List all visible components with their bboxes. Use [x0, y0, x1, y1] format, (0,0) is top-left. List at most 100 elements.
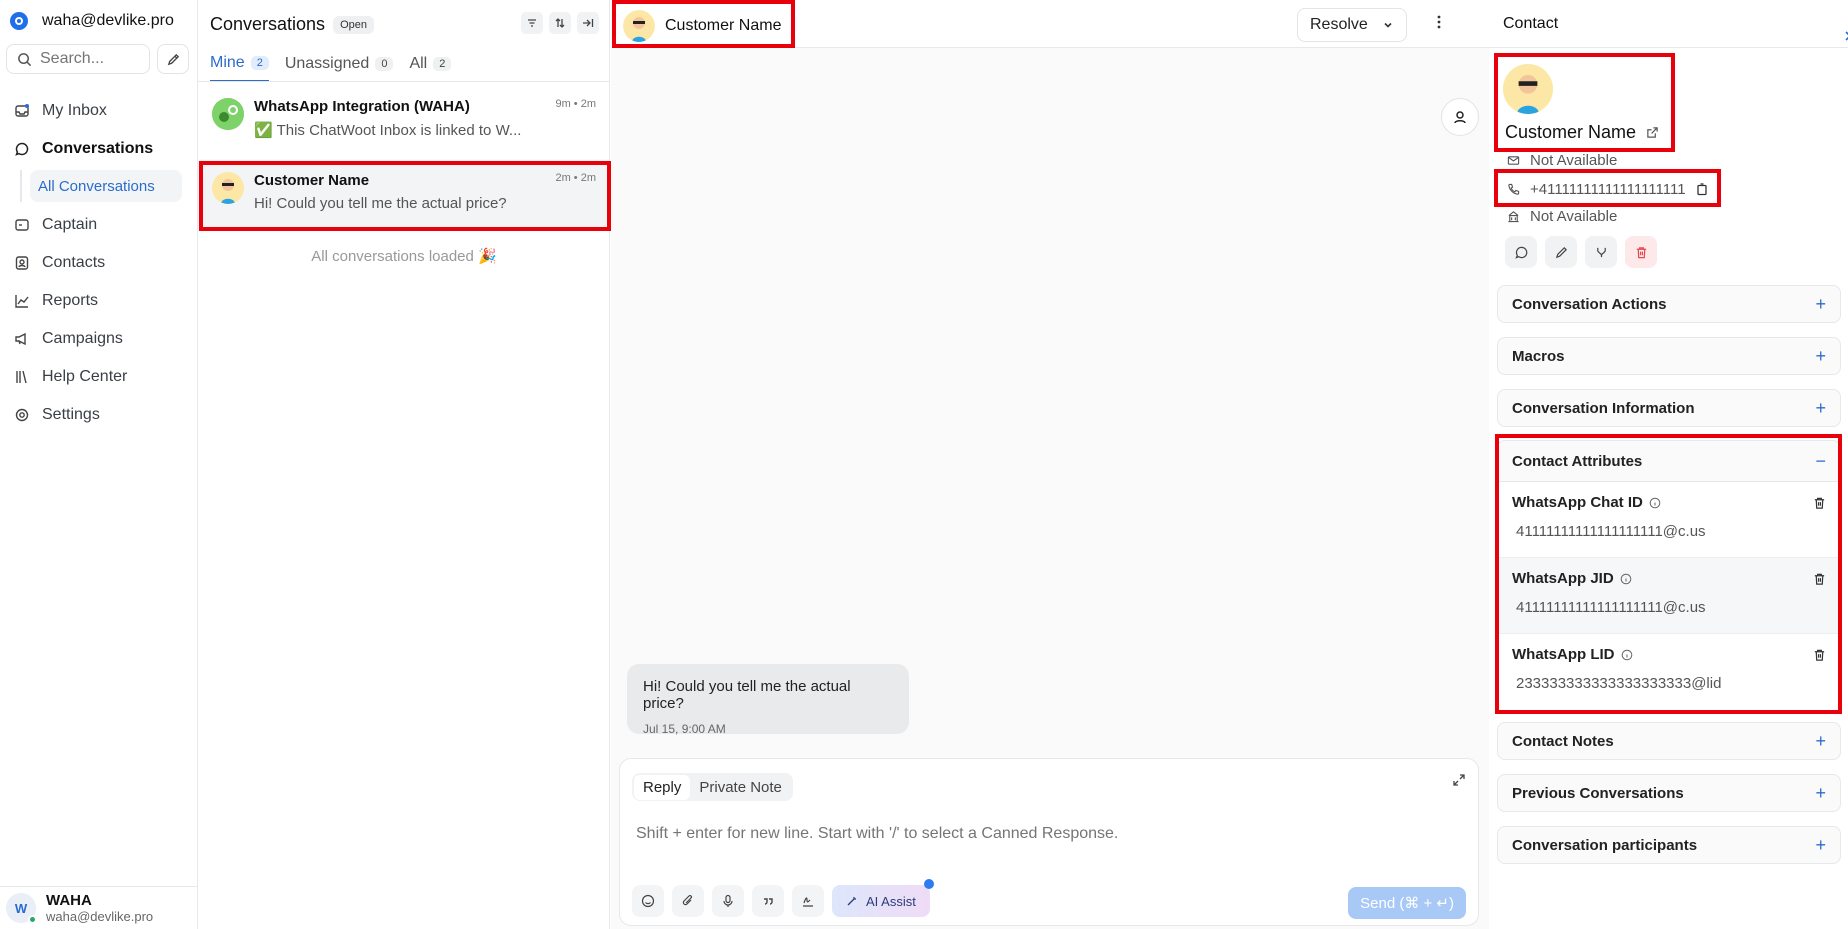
search-input[interactable]	[40, 50, 140, 68]
section-conversation-information[interactable]: Conversation Information +	[1497, 389, 1841, 427]
nav-conversations[interactable]: Conversations	[0, 130, 198, 168]
more-options-button[interactable]	[1437, 14, 1441, 34]
section-title: Conversation Information	[1512, 399, 1695, 417]
captain-icon	[14, 217, 30, 233]
gear-icon	[14, 407, 30, 423]
attach-button[interactable]	[672, 885, 704, 917]
plus-icon: +	[1815, 782, 1826, 803]
resolve-button[interactable]: Resolve	[1297, 8, 1407, 42]
section-title: Conversation Actions	[1512, 295, 1667, 313]
filter-button[interactable]	[521, 12, 543, 34]
resolve-label: Resolve	[1310, 16, 1368, 33]
pencil-icon	[1555, 246, 1568, 259]
quote-icon	[761, 894, 775, 908]
user-email: waha@devlike.pro	[46, 908, 154, 924]
attribute-value[interactable]: 41111111111111111111@c.us	[1512, 523, 1826, 540]
external-link-icon[interactable]	[1646, 126, 1659, 139]
tab-reply[interactable]: Reply	[634, 774, 691, 800]
contact-phone[interactable]: +41111111111111111111	[1530, 181, 1686, 198]
customer-avatar	[212, 172, 244, 204]
contact-avatar	[1503, 64, 1553, 114]
nav-reports[interactable]: Reports	[0, 282, 198, 320]
section-header[interactable]: Contact Attributes −	[1498, 441, 1840, 482]
section-contact-notes[interactable]: Contact Notes +	[1497, 722, 1841, 760]
conversation-item[interactable]: WhatsApp Integration (WAHA) 9m • 2m ✅ Thi…	[198, 86, 610, 156]
section-previous-conversations[interactable]: Previous Conversations +	[1497, 774, 1841, 812]
quote-button[interactable]	[752, 885, 784, 917]
section-conversation-actions[interactable]: Conversation Actions +	[1497, 285, 1841, 323]
chevron-down-icon	[1382, 19, 1394, 31]
section-title: Conversation participants	[1512, 836, 1698, 854]
tab-label: All	[409, 55, 428, 72]
section-conversation-participants[interactable]: Conversation participants +	[1497, 826, 1841, 864]
conversation-list: Conversations Open Mine 2 Unassigned 0 All…	[198, 0, 610, 929]
tab-private-note[interactable]: Private Note	[690, 775, 791, 800]
main-nav: My Inbox Conversations All Conversations…	[0, 92, 198, 434]
merge-icon	[1595, 246, 1608, 259]
chat-contact[interactable]: Customer Name	[623, 10, 781, 42]
delete-attribute-button[interactable]	[1813, 496, 1826, 514]
merge-contact-button[interactable]	[1585, 236, 1617, 268]
search-box[interactable]	[6, 44, 150, 74]
contact-name: Customer Name	[1505, 122, 1637, 142]
copy-icon[interactable]	[1696, 183, 1708, 196]
filter-icon	[526, 17, 538, 29]
delete-attribute-button[interactable]	[1813, 572, 1826, 590]
divider	[198, 81, 610, 82]
tab-all[interactable]: All 2	[409, 54, 452, 82]
tab-mine[interactable]: Mine 2	[210, 54, 269, 82]
section-title: Previous Conversations	[1512, 784, 1684, 802]
kebab-icon	[1437, 14, 1441, 30]
compose-button[interactable]	[157, 44, 189, 74]
tab-label: Unassigned	[284, 55, 370, 72]
send-button[interactable]: Send (⌘ + ↵)	[1348, 887, 1466, 919]
nav-help-center[interactable]: Help Center	[0, 358, 198, 396]
section-macros[interactable]: Macros +	[1497, 337, 1841, 375]
new-message-button[interactable]	[1505, 236, 1537, 268]
section-contact-attributes: Contact Attributes − WhatsApp Chat ID 41…	[1497, 440, 1841, 710]
trash-icon	[1813, 496, 1826, 510]
nav-settings[interactable]: Settings	[0, 396, 198, 434]
section-title: Macros	[1512, 347, 1565, 365]
avatar: W	[6, 893, 37, 924]
trash-icon	[1813, 648, 1826, 662]
sort-button[interactable]	[549, 12, 571, 34]
collapse-button[interactable]	[577, 12, 599, 34]
chatwoot-logo-icon	[10, 12, 28, 30]
attribute-value[interactable]: 233333333333333333333@lid	[1512, 675, 1826, 692]
contact-company: Not Available	[1530, 208, 1618, 225]
edit-contact-button[interactable]	[1545, 236, 1577, 268]
plus-icon: +	[1815, 834, 1826, 855]
nav-contacts[interactable]: Contacts	[0, 244, 198, 282]
nav-all-conversations[interactable]: All Conversations	[30, 170, 182, 202]
contact-panel-toggle[interactable]	[1441, 98, 1479, 136]
chat-contact-name: Customer Name	[665, 17, 782, 34]
nav-campaigns[interactable]: Campaigns	[0, 320, 198, 358]
delete-contact-button[interactable]	[1625, 236, 1657, 268]
nav-captain[interactable]: Captain	[0, 206, 198, 244]
message-icon	[1514, 246, 1528, 259]
chat-header: Customer Name Resolve	[611, 0, 1489, 48]
reply-input[interactable]	[636, 825, 1456, 843]
nav-my-inbox[interactable]: My Inbox	[0, 92, 198, 130]
plus-icon: +	[1815, 345, 1826, 366]
attribute-value[interactable]: 41111111111111111111@c.us	[1512, 599, 1826, 616]
assignee-tabs: Mine 2 Unassigned 0 All 2	[210, 54, 452, 82]
current-user[interactable]: W WAHA waha@devlike.pro	[0, 886, 198, 929]
voice-button[interactable]	[712, 885, 744, 917]
account-switcher[interactable]: waha@devlike.pro	[10, 12, 174, 30]
status-filter-badge[interactable]: Open	[333, 15, 374, 34]
emoji-button[interactable]	[632, 885, 664, 917]
expand-button[interactable]	[1452, 773, 1466, 791]
tab-unassigned[interactable]: Unassigned 0	[285, 54, 394, 82]
message-timestamp: Jul 15, 9:00 AM	[643, 722, 726, 736]
megaphone-icon	[14, 331, 30, 347]
close-icon	[1844, 30, 1848, 42]
signature-button[interactable]	[792, 885, 824, 917]
tab-count: 2	[250, 56, 269, 70]
ai-assist-button[interactable]: AI Assist	[832, 879, 934, 917]
delete-attribute-button[interactable]	[1813, 648, 1826, 666]
info-icon	[1620, 573, 1632, 585]
account-email: waha@devlike.pro	[42, 12, 174, 29]
conversation-item-selected[interactable]: Customer Name 2m • 2m Hi! Could you tell …	[198, 160, 610, 230]
